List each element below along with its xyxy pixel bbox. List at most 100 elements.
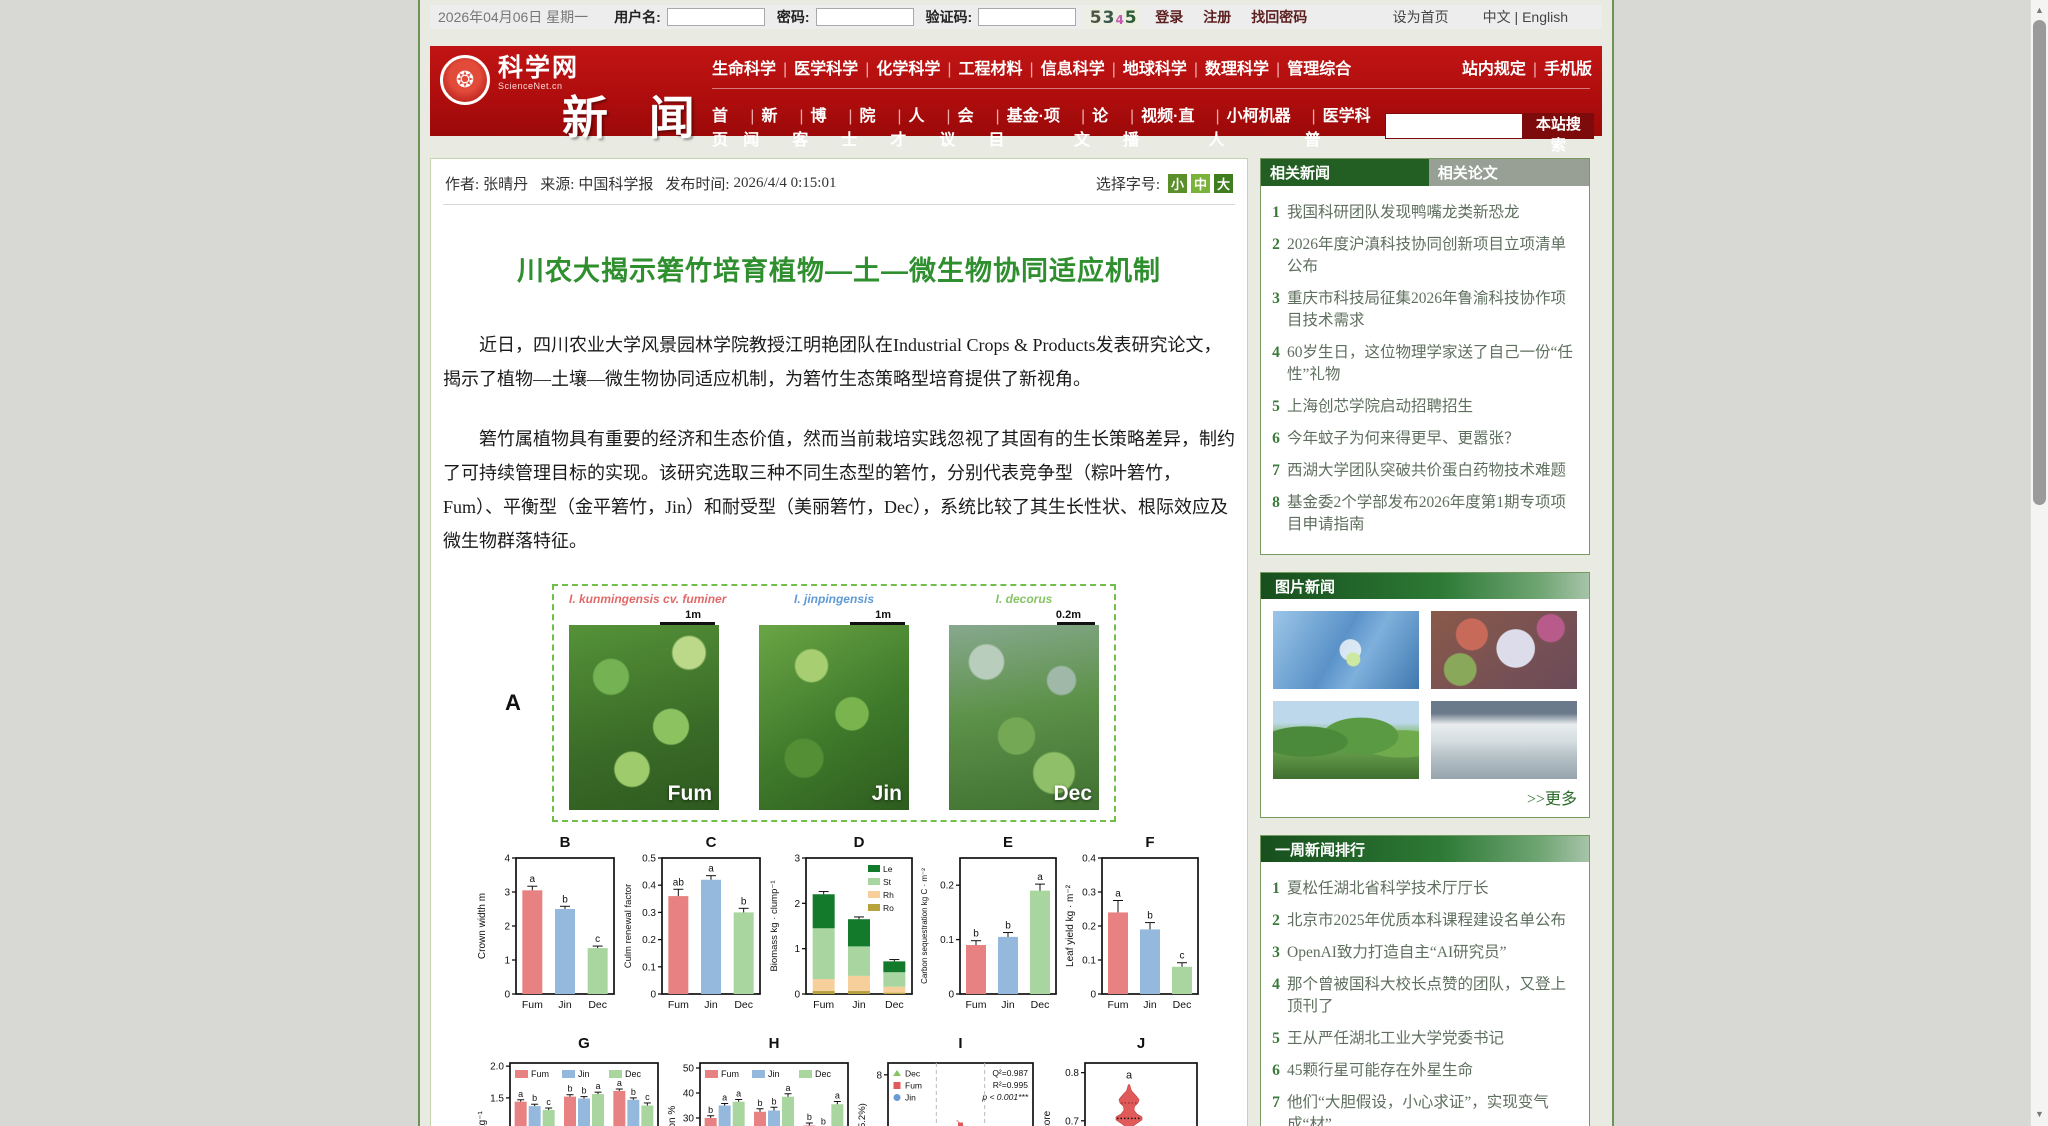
forest-trees-photo[interactable] xyxy=(1273,701,1419,779)
weekly-ranking-item-text: OpenAI致力打造自主“AI研究员” xyxy=(1287,942,1507,964)
weekly-ranking-item-6[interactable]: 645颗行星可能存在外星生命 xyxy=(1265,1060,1579,1082)
register-link[interactable]: 注册 xyxy=(1203,7,1231,27)
related-news-item-7[interactable]: 7西湖大学团队突破共价蛋白药物技术难题 xyxy=(1265,460,1579,482)
nav-subject-6[interactable]: 数理科学 xyxy=(1187,55,1269,79)
svg-text:Biomass kg · clump⁻¹: Biomass kg · clump⁻¹ xyxy=(769,880,780,971)
nav-subject-4[interactable]: 信息科学 xyxy=(1023,55,1105,79)
chart-svg-b: B01234Crown width maFumbJincDec xyxy=(474,834,620,1020)
scroll-down-icon[interactable]: ▼ xyxy=(2031,1106,2048,1122)
weekly-ranking-item-3[interactable]: 3OpenAI致力打造自主“AI研究员” xyxy=(1265,942,1579,964)
svg-text:2.0: 2.0 xyxy=(490,1062,504,1073)
chart-panel-g: G1.01.52.0g · kg⁻¹FumabaJinbbbDeccac xyxy=(474,1033,664,1126)
nav-subject-7[interactable]: 管理综合 xyxy=(1269,55,1351,79)
nav-channel-2[interactable]: 博客 xyxy=(792,102,841,150)
nav-channel-10[interactable]: 医学科普 xyxy=(1304,102,1384,150)
related-news-item-4[interactable]: 460岁生日，这位物理学家送了自己一份“任性”礼物 xyxy=(1265,342,1579,386)
nav-channel-0[interactable]: 首页 xyxy=(712,102,743,150)
font-size-中[interactable]: 中 xyxy=(1191,174,1210,193)
weekly-ranking-item-1[interactable]: 1夏松任湖北省科学技术厅厅长 xyxy=(1265,878,1579,900)
set-homepage-link[interactable]: 设为首页 xyxy=(1393,7,1449,27)
item-number: 3 xyxy=(1265,288,1287,332)
captcha-input[interactable] xyxy=(978,8,1076,26)
svg-text:b: b xyxy=(1005,921,1011,932)
svg-text:Culm renewal factor: Culm renewal factor xyxy=(623,884,634,968)
svg-text:a: a xyxy=(835,1091,840,1101)
password-input[interactable] xyxy=(816,8,914,26)
weekly-ranking-item-2[interactable]: 2北京市2025年优质本科课程建设名单公布 xyxy=(1265,910,1579,932)
svg-text:0.7: 0.7 xyxy=(1065,1116,1079,1126)
svg-text:b: b xyxy=(1147,911,1153,922)
author-value: 张晴丹 xyxy=(483,173,528,194)
related-news-item-3[interactable]: 3重庆市科技局征集2026年鲁渝科技协作项目技术需求 xyxy=(1265,288,1579,332)
weekly-ranking-item-text: 王从严任湖北工业大学党委书记 xyxy=(1287,1028,1504,1050)
captcha-image[interactable]: 5345 xyxy=(1084,7,1142,28)
banner-nav-primary: 生命科学医学科学化学科学工程材料信息科学地球科学数理科学管理综合 xyxy=(712,55,1351,79)
related-news-item-6[interactable]: 6今年蚊子为何来得更早、更嚣张？ xyxy=(1265,428,1579,450)
site-search-button[interactable]: 本站搜索 xyxy=(1523,113,1594,139)
captcha-digit: 5 xyxy=(1090,9,1102,28)
nav-channel-9[interactable]: 小柯机器人 xyxy=(1209,102,1305,150)
related-news-item-8[interactable]: 8基金委2个学部发布2026年度第1期专项项目申请指南 xyxy=(1265,492,1579,536)
svg-text:b: b xyxy=(807,1112,812,1122)
login-link[interactable]: 登录 xyxy=(1155,7,1183,27)
article-meta: 作者: 张晴丹 来源: 中国科学报 发布时间: 2026/4/4 0:15:01… xyxy=(443,169,1235,205)
sciencenet-logo[interactable]: ❂ 科学网 ScienceNet.cn xyxy=(440,55,579,105)
nav-channel-4[interactable]: 人才 xyxy=(890,102,939,150)
tab-related-papers[interactable]: 相关论文 xyxy=(1429,159,1589,186)
font-size-小[interactable]: 小 xyxy=(1168,174,1187,193)
site-search-input[interactable] xyxy=(1385,113,1523,139)
scale-bar: 1m xyxy=(569,608,719,625)
weekly-ranking-item-7[interactable]: 7他们“大胆假设，小心求证”，实现变气成“材” xyxy=(1265,1092,1579,1126)
nav-subject-3[interactable]: 工程材料 xyxy=(940,55,1022,79)
chart-svg-j: J0.70.8C scorea xyxy=(1039,1033,1204,1126)
tab-related-news[interactable]: 相关新闻 xyxy=(1261,159,1429,186)
weekly-ranking-item-5[interactable]: 5王从严任湖北工业大学党委书记 xyxy=(1265,1028,1579,1050)
chart-svg-i: I48A 2 (45.2%)DecFumJinQ²=0.987R²=0.995p… xyxy=(854,1033,1039,1126)
weekly-ranking-item-4[interactable]: 4那个曾被国科大校长点赞的团队，又登上顶刊了 xyxy=(1265,974,1579,1018)
waterfall-photo[interactable] xyxy=(1431,701,1577,779)
scrollbar[interactable]: ▲ ▼ xyxy=(2030,0,2048,1126)
lab-seedling-photo[interactable] xyxy=(1273,611,1419,689)
forgot-password-link[interactable]: 找回密码 xyxy=(1251,7,1307,27)
nav-subject-0[interactable]: 生命科学 xyxy=(712,55,776,79)
more-link[interactable]: >>更多 xyxy=(1261,783,1589,817)
nav-channel-3[interactable]: 院士 xyxy=(841,102,890,150)
username-input[interactable] xyxy=(667,8,765,26)
related-news-item-1[interactable]: 1我国科研团队发现鸭嘴龙类新恐龙 xyxy=(1265,202,1579,224)
svg-text:Dec: Dec xyxy=(588,999,607,1011)
item-number: 6 xyxy=(1265,428,1287,450)
nav-site-1[interactable]: 手机版 xyxy=(1526,55,1592,79)
nav-subject-2[interactable]: 化学科学 xyxy=(858,55,940,79)
svg-text:0: 0 xyxy=(794,990,800,1001)
svg-text:Jin: Jin xyxy=(558,999,572,1011)
related-news-item-5[interactable]: 5上海创芯学院启动招聘招生 xyxy=(1265,396,1579,418)
language-switch-link[interactable]: 中文 | English xyxy=(1483,7,1568,27)
nav-channel-5[interactable]: 会议 xyxy=(939,102,988,150)
nav-site-0[interactable]: 站内规定 xyxy=(1462,55,1526,79)
scroll-up-icon[interactable]: ▲ xyxy=(2031,2,2048,18)
chart-svg-g: G1.01.52.0g · kg⁻¹FumabaJinbbbDeccac xyxy=(474,1033,664,1126)
nav-channel-1[interactable]: 新闻 xyxy=(743,102,792,150)
banner-nav-primary-row: 生命科学医学科学化学科学工程材料信息科学地球科学数理科学管理综合 站内规定手机版 xyxy=(712,55,1592,79)
svg-text:Ro: Ro xyxy=(883,903,894,913)
coral-reef-photo[interactable] xyxy=(1431,611,1577,689)
nav-channel-7[interactable]: 论文 xyxy=(1074,102,1123,150)
species-name: I. kunmingensis cv. fuminer xyxy=(569,592,719,608)
svg-text:Leaf yield kg · m⁻²: Leaf yield kg · m⁻² xyxy=(1065,884,1076,967)
nav-channel-6[interactable]: 基金·项目 xyxy=(988,102,1074,150)
nav-subject-5[interactable]: 地球科学 xyxy=(1105,55,1187,79)
scrollbar-thumb[interactable] xyxy=(2033,20,2046,505)
nav-channel-8[interactable]: 视频·直播 xyxy=(1123,102,1209,150)
svg-text:a: a xyxy=(1037,872,1043,883)
chart-svg-c: C00.10.20.30.40.5Culm renewal factorabFu… xyxy=(620,834,766,1020)
related-box: 相关新闻 相关论文 1我国科研团队发现鸭嘴龙类新恐龙 22026年度沪滇科技协同创… xyxy=(1260,158,1590,555)
nav-subject-1[interactable]: 医学科学 xyxy=(776,55,858,79)
font-size-label: 选择字号: xyxy=(1096,173,1160,194)
publish-time-label: 发布时间: xyxy=(665,173,729,194)
related-news-item-text: 上海创芯学院启动招聘招生 xyxy=(1287,396,1473,418)
svg-text:0.1: 0.1 xyxy=(642,962,656,973)
svg-text:Dec: Dec xyxy=(1031,999,1050,1011)
related-news-item-2[interactable]: 22026年度沪滇科技协同创新项目立项清单公布 xyxy=(1265,234,1579,278)
svg-text:0.3: 0.3 xyxy=(642,908,656,919)
font-size-大[interactable]: 大 xyxy=(1214,174,1233,193)
